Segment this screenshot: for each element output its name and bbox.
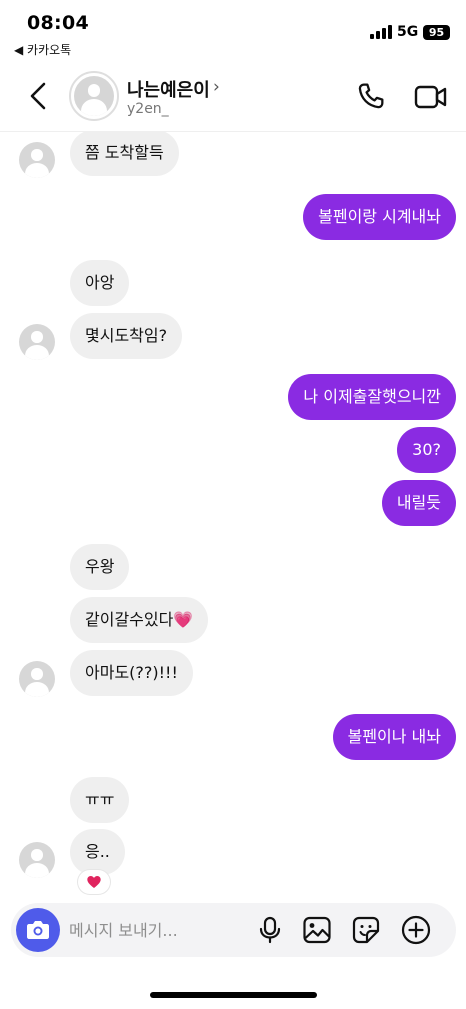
voice-call-button[interactable] bbox=[355, 80, 387, 112]
plus-circle-icon bbox=[401, 915, 431, 945]
video-camera-icon bbox=[414, 85, 447, 109]
message-bubble-incoming[interactable]: 쯤 도착할득 bbox=[70, 132, 179, 176]
more-options-button[interactable] bbox=[400, 914, 432, 946]
video-call-button[interactable] bbox=[414, 82, 448, 112]
home-indicator[interactable] bbox=[150, 992, 317, 998]
message-bubble-outgoing[interactable]: 볼펜이랑 시계내놔 bbox=[303, 194, 456, 240]
signal-icon bbox=[370, 25, 392, 39]
voice-message-button[interactable] bbox=[257, 916, 283, 944]
sticker-button[interactable] bbox=[351, 915, 381, 945]
message-composer bbox=[11, 903, 456, 957]
phone-icon bbox=[358, 83, 384, 109]
chevron-right-icon[interactable]: › bbox=[213, 77, 220, 97]
message-bubble-incoming[interactable]: 아앙 bbox=[70, 260, 130, 306]
message-bubble-incoming[interactable]: 응.. bbox=[70, 829, 125, 875]
camera-button[interactable] bbox=[16, 908, 60, 952]
chevron-left-icon bbox=[30, 82, 46, 110]
back-button[interactable] bbox=[24, 80, 54, 112]
network-label: 5G bbox=[397, 24, 419, 40]
message-thread[interactable]: 쯤 도착할득 볼펜이랑 시계내놔 아앙 몇시도착임? 나 이제출잘햇으니깐 30… bbox=[0, 132, 466, 898]
message-bubble-incoming[interactable]: ㅠㅠ bbox=[70, 777, 130, 823]
chat-header: 나는예은이 › y2en_ bbox=[0, 60, 466, 132]
contact-avatar[interactable] bbox=[69, 71, 119, 121]
message-bubble-outgoing[interactable]: 30? bbox=[397, 427, 456, 473]
message-bubble-incoming[interactable]: 아마도(??)!!! bbox=[70, 650, 193, 696]
sender-avatar[interactable] bbox=[19, 661, 55, 697]
message-bubble-incoming[interactable]: 같이갈수있다💗 bbox=[70, 597, 209, 643]
status-time: 08:04 bbox=[27, 12, 89, 34]
contact-name[interactable]: 나는예은이 bbox=[127, 76, 210, 102]
message-bubble-incoming[interactable]: 우왕 bbox=[70, 544, 130, 590]
microphone-icon bbox=[259, 916, 281, 944]
message-input[interactable] bbox=[69, 903, 249, 957]
image-icon bbox=[303, 916, 331, 944]
status-bar: 08:04 ◀ 카카오톡 5G 95 bbox=[0, 0, 466, 60]
message-bubble-incoming[interactable]: 몇시도착임? bbox=[70, 313, 183, 359]
sender-avatar[interactable] bbox=[19, 142, 55, 178]
sticker-icon bbox=[352, 916, 380, 944]
sender-avatar[interactable] bbox=[19, 842, 55, 878]
contact-username: y2en_ bbox=[127, 101, 169, 117]
sender-avatar[interactable] bbox=[19, 324, 55, 360]
camera-icon bbox=[27, 921, 49, 939]
battery-indicator: 95 bbox=[423, 25, 450, 40]
back-to-app-link[interactable]: ◀ 카카오톡 bbox=[14, 41, 71, 58]
message-bubble-outgoing[interactable]: 내릴듯 bbox=[381, 480, 456, 526]
message-bubble-outgoing[interactable]: 볼펜이나 내놔 bbox=[332, 714, 456, 760]
heart-reaction[interactable] bbox=[78, 870, 110, 894]
heart-icon bbox=[87, 876, 101, 888]
gallery-button[interactable] bbox=[302, 915, 332, 945]
message-bubble-outgoing[interactable]: 나 이제출잘햇으니깐 bbox=[288, 374, 456, 420]
